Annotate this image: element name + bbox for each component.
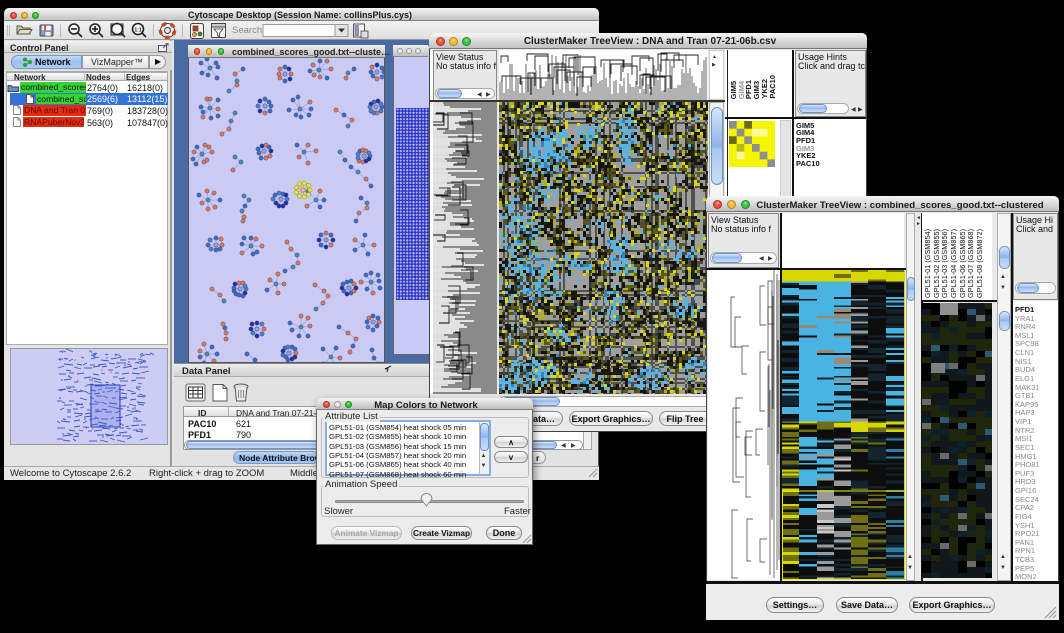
svg-text:1:1: 1:1 [134,28,141,34]
svg-text:Search:: Search: [232,25,265,36]
